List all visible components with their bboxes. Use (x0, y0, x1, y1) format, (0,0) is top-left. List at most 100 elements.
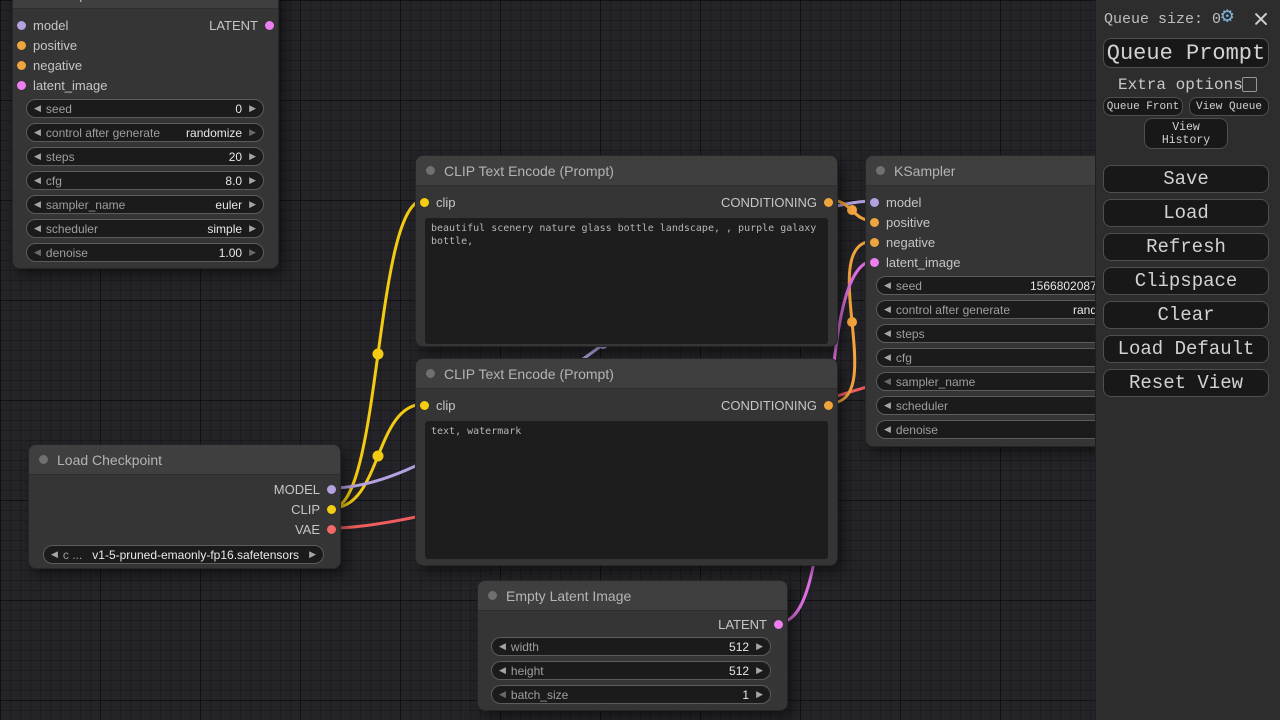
widget-height[interactable]: ◀height512▶ (491, 661, 771, 680)
prompt-text: beautiful scenery nature glass bottle la… (431, 223, 822, 247)
decrement-arrow-icon[interactable]: ◀ (884, 305, 891, 314)
decrement-arrow-icon[interactable]: ◀ (34, 128, 41, 137)
increment-arrow-icon[interactable]: ▶ (756, 690, 763, 699)
widget-width[interactable]: ◀width512▶ (491, 637, 771, 656)
output-slot-dot-vae[interactable] (327, 525, 336, 534)
graph-canvas[interactable]: { "wire_colors": { "clip": "#f2cb12", "m… (0, 0, 1280, 720)
node-clip-text-encode-positive[interactable]: CLIP Text Encode (Prompt) CONDITIONING c… (415, 155, 838, 347)
decrement-arrow-icon[interactable]: ◀ (34, 152, 41, 161)
node-title-bar[interactable]: KSampler (13, 0, 278, 9)
widget-cfg[interactable]: ◀cfg8.0▶ (26, 171, 264, 190)
increment-arrow-icon[interactable]: ▶ (249, 152, 256, 161)
increment-arrow-icon[interactable]: ▶ (756, 666, 763, 675)
output-slot-dot-latent[interactable] (774, 620, 783, 629)
widget-control-after-generate[interactable]: ◀control after generaterandomize▶ (26, 123, 264, 142)
output-label: LATENT (209, 18, 258, 33)
menu-panel: Queue size: 0 ⚙ Queue Prompt Extra optio… (1095, 0, 1280, 720)
refresh-button[interactable]: Refresh (1103, 233, 1269, 261)
reset-view-button[interactable]: Reset View (1103, 369, 1269, 397)
input-label: positive (33, 38, 77, 53)
increment-arrow-icon[interactable]: ▶ (309, 550, 316, 559)
input-slot-dot-positive[interactable] (870, 218, 879, 227)
increment-arrow-icon[interactable]: ▶ (249, 104, 256, 113)
decrement-arrow-icon[interactable]: ◀ (884, 329, 891, 338)
input-slot-dot-positive[interactable] (17, 41, 26, 50)
widget-steps[interactable]: ◀steps20▶ (26, 147, 264, 166)
input-slot-dot-negative[interactable] (870, 238, 879, 247)
input-slot-dot-negative[interactable] (17, 61, 26, 70)
output-label: VAE (295, 522, 320, 537)
decrement-arrow-icon[interactable]: ◀ (884, 401, 891, 410)
view-queue-button[interactable]: View Queue (1189, 97, 1269, 116)
queue-front-button[interactable]: Queue Front (1103, 97, 1183, 116)
increment-arrow-icon[interactable]: ▶ (249, 248, 256, 257)
collapse-dot[interactable] (39, 455, 48, 464)
input-slot-dot-model[interactable] (870, 198, 879, 207)
output-slot-dot-model[interactable] (327, 485, 336, 494)
widget-denoise[interactable]: ◀denoise1.00▶ (26, 243, 264, 262)
node-empty-latent-image[interactable]: Empty Latent Image LATENT ◀width512▶ ◀he… (477, 580, 788, 711)
widget-seed[interactable]: ◀seed0▶ (26, 99, 264, 118)
input-label: latent_image (33, 78, 107, 93)
node-title: CLIP Text Encode (Prompt) (444, 366, 614, 382)
input-label: model (886, 195, 921, 210)
node-title-bar[interactable]: Empty Latent Image (478, 581, 787, 611)
decrement-arrow-icon[interactable]: ◀ (34, 224, 41, 233)
clear-button[interactable]: Clear (1103, 301, 1269, 329)
node-title-bar[interactable]: CLIP Text Encode (Prompt) (416, 156, 837, 186)
decrement-arrow-icon[interactable]: ◀ (884, 281, 891, 290)
clipspace-button[interactable]: Clipspace (1103, 267, 1269, 295)
node-title: KSampler (41, 0, 102, 2)
node-title-bar[interactable]: Load Checkpoint (29, 445, 340, 475)
output-slot-dot-clip[interactable] (327, 505, 336, 514)
node-title-bar[interactable]: CLIP Text Encode (Prompt) (416, 359, 837, 389)
input-slot-dot-latent-image[interactable] (17, 81, 26, 90)
input-slot-dot-latent-image[interactable] (870, 258, 879, 267)
collapse-dot[interactable] (426, 166, 435, 175)
decrement-arrow-icon[interactable]: ◀ (34, 104, 41, 113)
extra-options-checkbox[interactable] (1242, 77, 1257, 92)
collapse-dot[interactable] (426, 369, 435, 378)
widget-scheduler[interactable]: ◀schedulersimple▶ (26, 219, 264, 238)
prompt-textarea[interactable]: beautiful scenery nature glass bottle la… (425, 218, 828, 344)
load-default-button[interactable]: Load Default (1103, 335, 1269, 363)
decrement-arrow-icon[interactable]: ◀ (51, 550, 58, 559)
node-clip-text-encode-negative[interactable]: CLIP Text Encode (Prompt) CONDITIONING c… (415, 358, 838, 566)
output-label: LATENT (718, 617, 767, 632)
prompt-textarea[interactable]: text, watermark (425, 421, 828, 559)
view-history-button[interactable]: ViewHistory (1144, 118, 1228, 149)
output-label: CLIP (291, 502, 320, 517)
load-button[interactable]: Load (1103, 199, 1269, 227)
settings-gear-icon[interactable]: ⚙ (1221, 7, 1234, 28)
collapse-dot[interactable] (488, 591, 497, 600)
increment-arrow-icon[interactable]: ▶ (249, 224, 256, 233)
node-load-checkpoint[interactable]: Load Checkpoint MODEL CLIP VAE ◀c ...v1-… (28, 444, 341, 569)
widget-sampler-name[interactable]: ◀sampler_nameeuler▶ (26, 195, 264, 214)
decrement-arrow-icon[interactable]: ◀ (34, 176, 41, 185)
widget-ckpt-name[interactable]: ◀c ...v1-5-pruned-emaonly-fp16.safetenso… (43, 545, 324, 564)
node-ksampler-left[interactable]: KSampler LATENT model positive negative … (12, 0, 279, 269)
link-clip-to-negative-prompt (332, 404, 424, 508)
decrement-arrow-icon[interactable]: ◀ (34, 248, 41, 257)
close-icon[interactable] (1253, 11, 1269, 27)
decrement-arrow-icon[interactable]: ◀ (34, 200, 41, 209)
widget-batch-size[interactable]: ◀batch_size1▶ (491, 685, 771, 704)
save-button[interactable]: Save (1103, 165, 1269, 193)
output-slot-dot-conditioning[interactable] (824, 401, 833, 410)
queue-prompt-button[interactable]: Queue Prompt (1103, 38, 1269, 68)
input-label: positive (886, 215, 930, 230)
decrement-arrow-icon[interactable]: ◀ (499, 690, 506, 699)
collapse-dot[interactable] (876, 166, 885, 175)
increment-arrow-icon[interactable]: ▶ (756, 642, 763, 651)
increment-arrow-icon[interactable]: ▶ (249, 128, 256, 137)
decrement-arrow-icon[interactable]: ◀ (884, 377, 891, 386)
decrement-arrow-icon[interactable]: ◀ (884, 425, 891, 434)
decrement-arrow-icon[interactable]: ◀ (884, 353, 891, 362)
decrement-arrow-icon[interactable]: ◀ (499, 642, 506, 651)
output-slot-dot-latent[interactable] (265, 21, 274, 30)
output-slot-dot-conditioning[interactable] (824, 198, 833, 207)
input-label: negative (886, 235, 935, 250)
decrement-arrow-icon[interactable]: ◀ (499, 666, 506, 675)
increment-arrow-icon[interactable]: ▶ (249, 200, 256, 209)
increment-arrow-icon[interactable]: ▶ (249, 176, 256, 185)
